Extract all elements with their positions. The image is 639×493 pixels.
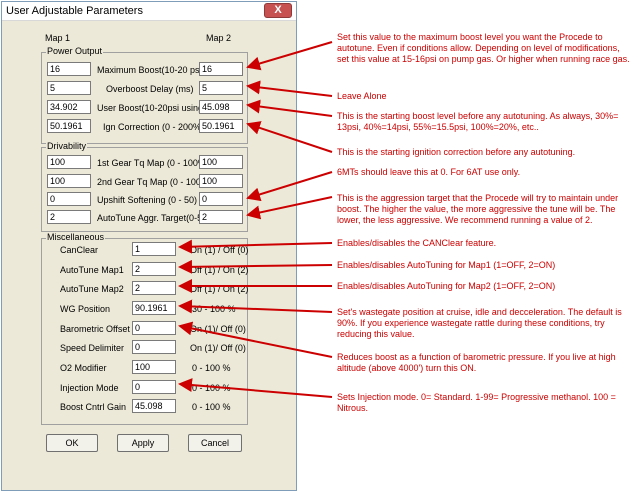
- note-ign-correction: This is the starting ignition correction…: [337, 147, 576, 157]
- arrow-canclear: [178, 239, 333, 254]
- note-injection-mode: Sets Injection mode. 0= Standard. 1-99= …: [337, 392, 616, 413]
- arrow-autotune-map1: [178, 259, 333, 274]
- note-autotune-map1: Enables/disables AutoTuning for Map1 (1=…: [337, 260, 556, 270]
- arrow-max-boost: [246, 41, 333, 71]
- arrow-injection-mode: [178, 378, 333, 398]
- arrow-wg-position: [178, 299, 333, 314]
- note-user-boost: This is the starting boost level before …: [337, 111, 619, 132]
- note-max-boost: Set this value to the maximum boost leve…: [337, 32, 630, 64]
- arrow-autotune-aggr: [246, 196, 333, 220]
- arrow-overboost-delay: [246, 80, 333, 97]
- arrow-ign-correction: [246, 121, 333, 153]
- arrow-barometric-offset: [178, 321, 333, 358]
- note-autotune-map2: Enables/disables AutoTuning for Map2 (1=…: [337, 281, 556, 291]
- arrow-upshift-softening: [246, 171, 333, 202]
- note-autotune-aggr: This is the aggression target that the P…: [337, 193, 619, 225]
- note-upshift-softening: 6MTs should leave this at 0. For 6AT use…: [337, 167, 521, 177]
- arrow-user-boost: [246, 99, 333, 117]
- note-wg-position: Set's wastegate position at cruise, idle…: [337, 307, 622, 339]
- note-barometric-offset: Reduces boost as a function of barometri…: [337, 352, 616, 373]
- note-overboost-delay: Leave Alone: [337, 91, 387, 101]
- note-canclear: Enables/disables the CANClear feature.: [337, 238, 497, 248]
